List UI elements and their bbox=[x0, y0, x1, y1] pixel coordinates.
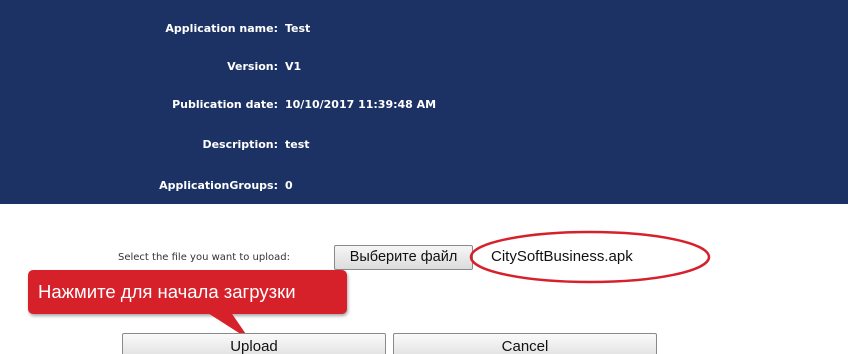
version-label: Version: bbox=[227, 60, 278, 73]
publication-date-value: 10/10/2017 11:39:48 AM bbox=[285, 98, 437, 111]
application-groups-label: ApplicationGroups: bbox=[159, 179, 278, 192]
application-name-value: Test bbox=[285, 22, 311, 35]
upload-application-page: Application name: Test Version: V1 Publi… bbox=[0, 0, 848, 354]
version-row: Version: V1 bbox=[0, 59, 848, 75]
file-upload-prompt: Select the file you want to upload: bbox=[118, 252, 290, 263]
upload-button[interactable]: Upload bbox=[122, 333, 386, 354]
choose-file-button[interactable]: Выберите файл bbox=[334, 245, 473, 270]
application-name-row: Application name: Test bbox=[0, 21, 848, 37]
application-groups-row: ApplicationGroups: 0 bbox=[0, 178, 848, 194]
application-groups-value: 0 bbox=[285, 179, 293, 192]
version-value: V1 bbox=[285, 60, 302, 73]
upload-hint-callout: Нажмите для начала загрузки bbox=[28, 270, 347, 314]
description-label: Description: bbox=[202, 138, 278, 151]
publication-date-label: Publication date: bbox=[172, 98, 278, 111]
file-upload-row: Select the file you want to upload: Выбе… bbox=[0, 243, 848, 273]
selected-file-name: CitySoftBusiness.apk bbox=[491, 248, 633, 265]
description-row: Description: test bbox=[0, 137, 848, 153]
description-value: test bbox=[285, 138, 310, 151]
application-info-panel: Application name: Test Version: V1 Publi… bbox=[0, 0, 848, 204]
cancel-button[interactable]: Cancel bbox=[393, 333, 657, 354]
publication-date-row: Publication date: 10/10/2017 11:39:48 AM bbox=[0, 97, 848, 113]
application-name-label: Application name: bbox=[165, 22, 278, 35]
